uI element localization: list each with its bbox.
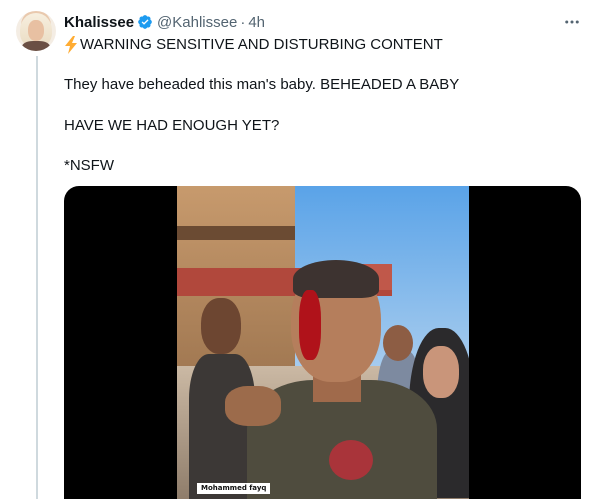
video-man-center bbox=[247, 260, 437, 499]
video-frame bbox=[177, 186, 469, 499]
video-caption: Mohammed fayq bbox=[197, 483, 271, 494]
tweet-timestamp[interactable]: 4h bbox=[248, 14, 265, 31]
tweet-text-line-1: WARNING SENSITIVE AND DISTURBING CONTENT bbox=[64, 35, 443, 55]
tweet-text-line-2: They have beheaded this man's baby. BEHE… bbox=[64, 76, 460, 93]
more-horizontal-icon[interactable] bbox=[562, 12, 582, 32]
warning-text: WARNING SENSITIVE AND DISTURBING CONTENT bbox=[80, 36, 443, 53]
video-hand bbox=[225, 386, 281, 426]
tweet-video-media[interactable]: Mohammed fayq bbox=[64, 186, 581, 499]
high-voltage-emoji-icon bbox=[64, 36, 78, 54]
tweet-text-line-4: *NSFW bbox=[64, 157, 114, 174]
author-handle[interactable]: @Kahlissee bbox=[157, 14, 237, 31]
verified-badge-icon bbox=[137, 14, 153, 30]
avatar-shirt bbox=[22, 41, 50, 51]
avatar[interactable] bbox=[16, 11, 56, 51]
tweet-header: Khalissee @Kahlissee · 4h bbox=[64, 12, 265, 32]
separator-dot: · bbox=[240, 13, 246, 31]
author-name[interactable]: Khalissee bbox=[64, 14, 134, 31]
avatar-face bbox=[28, 20, 44, 41]
thread-connector-line bbox=[36, 56, 38, 499]
tweet-text-line-3: HAVE WE HAD ENOUGH YET? bbox=[64, 117, 280, 134]
